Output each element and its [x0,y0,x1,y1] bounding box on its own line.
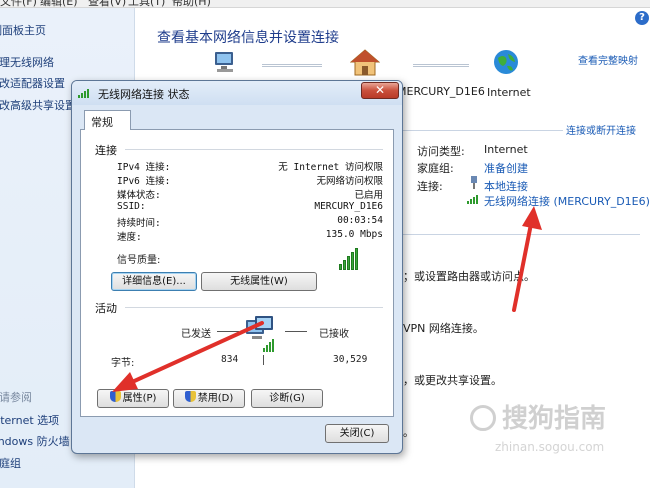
page-title: 查看基本网络信息并设置连接 [157,30,339,46]
watermark-url: zhinan.sogou.com [495,440,605,454]
media-state-value: 已启用 [354,190,383,201]
watermark-logo-icon [470,405,496,431]
connections-label: 连接: [417,180,443,193]
ethernet-icon [469,176,479,189]
bytes-divider [263,355,264,365]
task-text-2: VPN 网络连接。 [403,322,484,335]
ssid-value: MERCURY_D1E6 [314,201,383,212]
ipv6-label: IPv6 连接: [117,176,171,187]
duration-label: 持续时间: [117,218,161,229]
manage-wireless-link[interactable]: 管理无线网络 [0,54,54,70]
close-button[interactable]: 关闭(C) [325,424,389,443]
bytes-sent-value: 834 [221,354,239,365]
details-button[interactable]: 详细信息(E)... [111,272,197,291]
signal-quality-icon [339,246,358,270]
tab-panel-general: 连接 IPv4 连接: 无 Internet 访问权限 IPv6 连接: 无网络… [80,129,394,417]
section-divider-2 [403,234,640,235]
network-name-label: MERCURY_D1E6 [397,85,485,98]
access-type-label: 访问类型: [417,145,465,158]
change-sharing-link[interactable]: 更改高级共享设置 [0,97,76,113]
dialog-close-x-button[interactable]: ✕ [361,82,399,99]
task-text-1: ；或设置路由器或访问点。 [403,270,535,283]
signal-quality-label: 信号质量: [117,255,161,266]
local-connection-link[interactable]: 本地连接 [484,178,528,194]
group-divider-2 [125,307,383,308]
connect-disconnect-link[interactable]: 连接或断开连接 [566,122,636,137]
bytes-received-value: 30,529 [333,354,368,365]
menu-edit[interactable]: 编辑(E) [40,0,78,7]
received-label: 已接收 [319,329,349,340]
homegroup-label: 家庭组: [417,162,454,175]
network-computers-icon [243,314,283,356]
diagnose-button[interactable]: 诊断(G) [251,389,323,408]
wireless-signal-icon [467,194,481,204]
properties-button[interactable]: 属性(P) [97,389,169,408]
homegroup-create-link[interactable]: 准备创建 [484,160,528,176]
internet-label: Internet [487,86,531,99]
watermark-main: 搜狗指南 [502,404,607,434]
map-connector-line-2 [413,64,469,67]
speed-label: 速度: [117,232,142,243]
ssid-label: SSID: [117,201,146,212]
menu-file[interactable]: 文件(F) [0,0,37,7]
house-icon [349,49,381,76]
shield-icon [184,391,196,402]
windows-firewall-link[interactable]: Windows 防火墙 [0,433,70,449]
received-line [285,331,307,332]
speed-value: 135.0 Mbps [325,229,383,240]
task-text-3: ，或更改共享设置。 [403,374,502,387]
menu-help[interactable]: 帮助(H) [172,0,211,7]
wireless-connection-link[interactable]: 无线网络连接 (MERCURY_D1E6) [484,193,650,209]
group-divider [125,149,383,150]
control-panel-home-link[interactable]: 控制面板主页 [0,22,46,38]
ipv4-label: IPv4 连接: [117,162,171,173]
section-divider [403,130,563,131]
wireless-signal-icon [78,88,92,98]
tab-general[interactable]: 常规 [84,110,131,130]
dialog-title: 无线网络连接 状态 [98,88,190,101]
task-text-4: 。 [403,426,414,439]
bytes-label: 字节: [111,358,135,369]
activity-group-label: 活动 [95,300,121,316]
wireless-status-dialog: 无线网络连接 状态 ✕ 常规 连接 IPv4 连接: 无 Internet 访问… [71,80,403,454]
map-connector-line [262,64,322,67]
internet-options-link[interactable]: Internet 选项 [0,412,59,428]
disable-button-label: 禁用(D) [197,393,234,404]
help-icon[interactable]: ? [635,11,649,25]
view-full-map-link[interactable]: 查看完整映射 [578,52,638,67]
shield-icon [109,391,121,402]
ipv6-value: 无网络访问权限 [316,176,383,187]
menu-tools[interactable]: 工具(T) [128,0,165,7]
duration-value: 00:03:54 [337,215,383,226]
properties-button-label: 属性(P) [122,393,157,404]
watermark-text: 搜狗指南 [470,398,606,435]
menu-view[interactable]: 查看(V) [88,0,126,7]
access-type-value: Internet [484,143,528,156]
ipv4-value: 无 Internet 访问权限 [278,162,383,173]
change-adapter-link[interactable]: 更改适配器设置 [0,75,65,91]
sent-label: 已发送 [181,329,211,340]
see-also-heading: 另请参阅 [0,391,32,404]
disable-button[interactable]: 禁用(D) [173,389,245,408]
sent-line [217,331,239,332]
menu-bar: 文件(F) 编辑(E) 查看(V) 工具(T) 帮助(H) [0,0,650,8]
computer-icon [213,51,239,72]
globe-icon [493,49,519,75]
media-state-label: 媒体状态: [117,190,161,201]
connection-group-label: 连接 [95,142,121,158]
wireless-properties-button[interactable]: 无线属性(W) [201,272,317,291]
homegroup-link[interactable]: 家庭组 [0,455,21,471]
